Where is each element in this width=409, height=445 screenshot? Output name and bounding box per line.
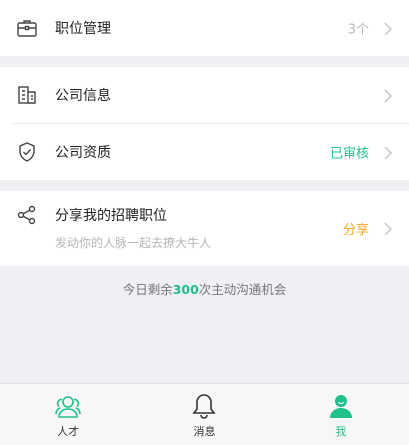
- chance-suffix: 次主动沟通机会: [198, 282, 287, 297]
- chevron-right-icon: [383, 21, 393, 36]
- building-icon: [16, 84, 38, 106]
- job-management-row[interactable]: 职位管理 3个: [0, 0, 409, 56]
- tab-messages-label: 消息: [193, 425, 216, 438]
- tab-messages[interactable]: 消息: [136, 384, 272, 445]
- share-jobs-subtitle: 发动你的人脉一起去撩大牛人: [55, 236, 212, 250]
- chance-count: 300: [172, 282, 199, 297]
- section-gap: [0, 56, 409, 67]
- company-qualification-row[interactable]: 公司资质 已审核: [0, 124, 409, 180]
- share-jobs-row[interactable]: 分享我的招聘职位 发动你的人脉一起去撩大牛人 分享: [0, 191, 409, 266]
- daily-chat-chances: 今日剩余300次主动沟通机会: [0, 279, 409, 298]
- tab-me-label: 我: [335, 425, 347, 438]
- profile-icon: [327, 392, 355, 420]
- company-section: 公司信息 公司资质 已审核: [0, 67, 409, 180]
- tab-talent-label: 人才: [57, 425, 80, 438]
- bell-icon: [190, 392, 218, 420]
- company-qualification-label: 公司资质: [55, 145, 111, 161]
- verified-status: 已审核: [329, 146, 369, 162]
- job-management-section: 职位管理 3个: [0, 0, 409, 56]
- job-management-label: 职位管理: [55, 21, 111, 37]
- job-count-value: 3个: [347, 22, 369, 38]
- chevron-right-icon: [383, 145, 393, 160]
- chance-prefix: 今日剩余: [122, 282, 173, 297]
- chevron-right-icon: [383, 221, 393, 236]
- company-info-label: 公司信息: [55, 88, 111, 104]
- section-gap: [0, 180, 409, 191]
- chevron-right-icon: [383, 88, 393, 103]
- share-jobs-label: 分享我的招聘职位: [55, 208, 167, 224]
- share-action-label: 分享: [342, 223, 369, 238]
- shield-check-icon: [16, 141, 38, 163]
- briefcase-icon: [16, 17, 38, 39]
- tab-talent[interactable]: 人才: [0, 384, 136, 445]
- tab-me[interactable]: 我: [273, 384, 409, 445]
- bottom-tab-bar: 人才 消息 我: [0, 383, 409, 445]
- share-icon: [16, 204, 38, 226]
- company-info-row[interactable]: 公司信息: [0, 67, 409, 123]
- people-icon: [54, 392, 82, 420]
